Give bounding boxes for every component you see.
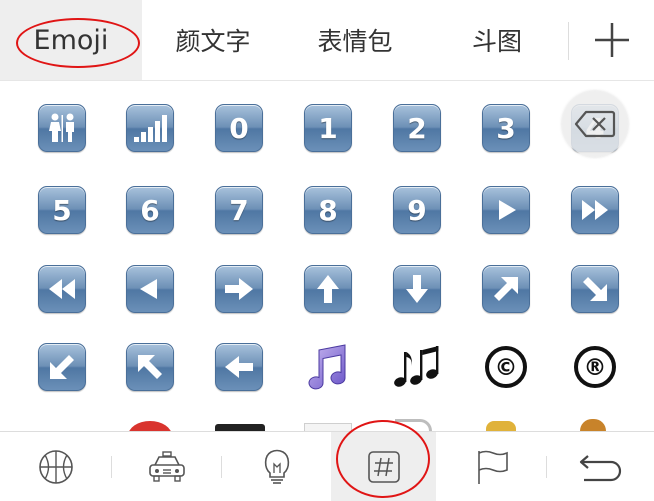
emoji-arrow-right[interactable] (215, 265, 263, 313)
category-tab-bar: Emoji 颜文字 表情包 斗图 (0, 0, 654, 81)
arrow-down-icon (406, 275, 428, 303)
digit-label: 7 (229, 193, 249, 227)
emoji-digit-6[interactable]: 6 (126, 186, 174, 234)
digit-label: 3 (496, 111, 516, 145)
arrow-up-left-icon (138, 355, 162, 379)
arrow-down-left-icon (50, 355, 74, 379)
tab-divider (568, 22, 569, 60)
emoji-musical-notes[interactable] (389, 339, 445, 395)
backspace-icon (574, 110, 616, 138)
tab-kaomoji[interactable]: 颜文字 (142, 0, 284, 80)
emoji-restroom[interactable] (38, 104, 86, 152)
emoji-arrow-up-left[interactable] (126, 343, 174, 391)
signal-bars-icon (134, 115, 167, 142)
arrow-left-icon (225, 356, 253, 378)
lightbulb-icon (264, 449, 289, 484)
category-objects[interactable] (222, 432, 331, 501)
plus-icon (595, 23, 629, 57)
arrow-down-right-icon (583, 277, 607, 301)
emoji-arrow-up[interactable] (304, 265, 352, 313)
emoji-signal-bars[interactable] (126, 104, 174, 152)
flag-icon (477, 450, 508, 484)
emoji-arrow-down[interactable] (393, 265, 441, 313)
emoji-digit-0[interactable]: 0 (215, 104, 263, 152)
digit-label: 0 (229, 111, 249, 145)
emoji-copyright[interactable]: © (478, 339, 534, 395)
emoji-digit-2[interactable]: 2 (393, 104, 441, 152)
musical-note-icon (308, 344, 346, 390)
digit-label: 8 (318, 193, 338, 227)
emoji-arrow-down-left[interactable] (38, 343, 86, 391)
restroom-icon (49, 113, 74, 142)
arrow-right-icon (225, 278, 253, 300)
emoji-digit-7[interactable]: 7 (215, 186, 263, 234)
category-symbols[interactable] (331, 432, 436, 501)
arrow-up-icon (317, 275, 339, 303)
category-flags[interactable] (437, 432, 546, 501)
emoji-digit-3[interactable]: 3 (482, 104, 530, 152)
category-travel[interactable] (112, 432, 221, 501)
registered-symbol: ® (584, 355, 607, 381)
tab-sticker[interactable]: 表情包 (284, 0, 426, 80)
rewind-icon (49, 279, 75, 299)
car-icon (148, 450, 185, 482)
play-icon (499, 200, 516, 220)
tab-emoji[interactable]: Emoji (0, 0, 142, 80)
emoji-play[interactable] (482, 186, 530, 234)
fast-forward-icon (582, 200, 608, 220)
arrow-up-right-icon (494, 277, 518, 301)
digit-label: 2 (407, 111, 427, 145)
return-icon (579, 454, 621, 481)
digit-label: 5 (52, 193, 72, 227)
category-sports[interactable] (0, 432, 111, 501)
emoji-arrow-up-right[interactable] (482, 265, 530, 313)
emoji-arrow-left[interactable] (215, 343, 263, 391)
emoji-digit-8[interactable]: 8 (304, 186, 352, 234)
emoji-musical-note[interactable] (300, 339, 356, 395)
partial-emoji-dark (215, 424, 265, 431)
add-button[interactable] (570, 0, 654, 80)
registered-icon: ® (574, 346, 616, 388)
delete-button[interactable] (562, 91, 628, 157)
emoji-reverse[interactable] (126, 265, 174, 313)
emoji-grid: 0 1 2 3 4 5 6 7 8 9 (0, 81, 654, 431)
emoji-registered[interactable]: ® (567, 339, 623, 395)
digit-label: 9 (407, 193, 427, 227)
emoji-category-bar (0, 431, 654, 501)
partial-emoji-red (128, 421, 172, 431)
hash-symbol-icon (367, 450, 400, 483)
emoji-rewind[interactable] (38, 265, 86, 313)
emoji-fast-forward[interactable] (571, 186, 619, 234)
emoji-arrow-down-right[interactable] (571, 265, 619, 313)
partial-emoji-orange (580, 419, 606, 431)
copyright-symbol: © (495, 355, 518, 381)
partial-emoji-grey (395, 419, 432, 431)
return-button[interactable] (547, 432, 654, 501)
emoji-digit-1[interactable]: 1 (304, 104, 352, 152)
copyright-icon: © (485, 346, 527, 388)
digit-label: 6 (140, 193, 160, 227)
partial-emoji-yellow (486, 421, 516, 431)
digit-label: 1 (318, 111, 338, 145)
basketball-icon (38, 449, 73, 484)
emoji-digit-9[interactable]: 9 (393, 186, 441, 234)
reverse-icon (140, 279, 157, 299)
partial-emoji-light (304, 423, 352, 431)
emoji-digit-5[interactable]: 5 (38, 186, 86, 234)
musical-notes-icon (394, 346, 439, 387)
tab-doutu[interactable]: 斗图 (426, 0, 568, 80)
